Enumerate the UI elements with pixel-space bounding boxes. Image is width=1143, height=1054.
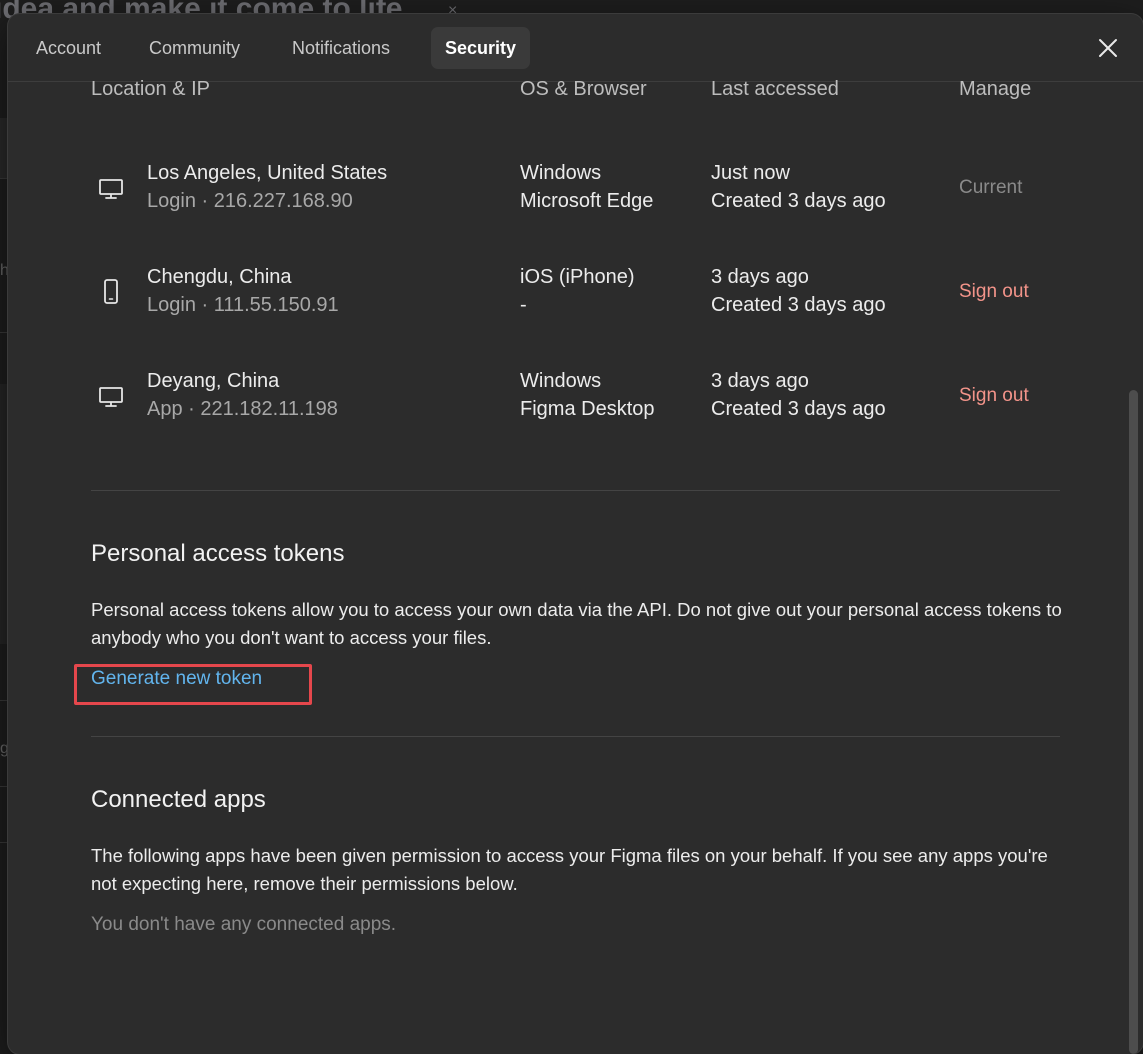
- tab-security[interactable]: Security: [431, 27, 531, 69]
- background-divider: [0, 178, 8, 179]
- connected-apps-description: The following apps have been given permi…: [91, 845, 1048, 894]
- session-row: Deyang, China App · 221.182.11.198 Windo…: [8, 362, 1108, 432]
- background-panel-strip: [0, 118, 8, 178]
- sign-out-button[interactable]: Sign out: [959, 385, 1029, 407]
- session-last-accessed: 3 days ago: [711, 266, 809, 288]
- session-location-cell: Deyang, China App · 221.182.11.198: [147, 367, 338, 423]
- session-created: Created 3 days ago: [711, 398, 886, 420]
- session-os-cell: Windows Figma Desktop: [520, 367, 655, 423]
- background-divider: [0, 700, 8, 701]
- close-button[interactable]: [1093, 33, 1123, 63]
- session-access-cell: 3 days ago Created 3 days ago: [711, 367, 886, 423]
- column-header-last-accessed: Last accessed: [711, 78, 839, 100]
- session-os: Windows: [520, 370, 602, 392]
- tokens-description: Personal access tokens allow you to acce…: [91, 599, 1062, 648]
- settings-tab-bar: Account Community Notifications Security: [8, 14, 1143, 82]
- sign-out-button[interactable]: Sign out: [959, 281, 1029, 303]
- session-os-cell: Windows Microsoft Edge: [520, 159, 653, 215]
- session-browser: Figma Desktop: [520, 398, 655, 420]
- session-location: Chengdu, China: [147, 266, 292, 288]
- session-last-accessed: 3 days ago: [711, 370, 809, 392]
- settings-modal: Account Community Notifications Security…: [8, 14, 1143, 1054]
- column-header-location: Location & IP: [91, 78, 210, 100]
- session-location-cell: Los Angeles, United States Login · 216.2…: [147, 159, 387, 215]
- session-last-accessed: Just now: [711, 162, 790, 184]
- scrollbar-thumb[interactable]: [1129, 390, 1138, 1054]
- session-ip: App · 221.182.11.198: [147, 398, 338, 420]
- session-os: iOS (iPhone): [520, 266, 635, 288]
- close-icon: [1099, 39, 1117, 57]
- background-divider: [0, 332, 8, 333]
- desktop-icon: [97, 174, 125, 202]
- session-browser: Microsoft Edge: [520, 190, 654, 212]
- connected-apps-section-title: Connected apps: [91, 786, 266, 813]
- no-connected-apps-text: You don't have any connected apps.: [91, 914, 397, 935]
- session-created: Created 3 days ago: [711, 294, 886, 316]
- section-divider: [91, 736, 1060, 737]
- generate-new-token-link[interactable]: Generate new token: [91, 668, 262, 690]
- column-header-os: OS & Browser: [520, 78, 647, 100]
- session-access-cell: Just now Created 3 days ago: [711, 159, 886, 215]
- desktop-icon: [97, 382, 125, 410]
- tab-account[interactable]: Account: [22, 27, 115, 69]
- session-ip: Login · 216.227.168.90: [147, 190, 353, 212]
- session-row: Los Angeles, United States Login · 216.2…: [8, 154, 1108, 224]
- session-location-cell: Chengdu, China Login · 111.55.150.91: [147, 263, 339, 319]
- session-access-cell: 3 days ago Created 3 days ago: [711, 263, 886, 319]
- background-divider: [0, 842, 8, 843]
- tokens-section-title: Personal access tokens: [91, 540, 345, 567]
- section-divider: [91, 490, 1060, 491]
- tab-community[interactable]: Community: [135, 27, 254, 69]
- session-location: Los Angeles, United States: [147, 162, 388, 184]
- tab-notifications[interactable]: Notifications: [278, 27, 404, 69]
- session-current-label: Current: [959, 177, 1023, 198]
- session-os: Windows: [520, 162, 602, 184]
- session-browser: -: [520, 294, 527, 316]
- session-ip: Login · 111.55.150.91: [147, 294, 339, 316]
- column-header-manage: Manage: [959, 78, 1032, 100]
- phone-icon: [97, 278, 125, 306]
- session-row: Chengdu, China Login · 111.55.150.91 iOS…: [8, 258, 1108, 328]
- session-created: Created 3 days ago: [711, 190, 886, 212]
- background-divider: [0, 786, 8, 787]
- background-panel-strip: [0, 384, 8, 644]
- session-location: Deyang, China: [147, 370, 280, 392]
- session-os-cell: iOS (iPhone) -: [520, 263, 635, 319]
